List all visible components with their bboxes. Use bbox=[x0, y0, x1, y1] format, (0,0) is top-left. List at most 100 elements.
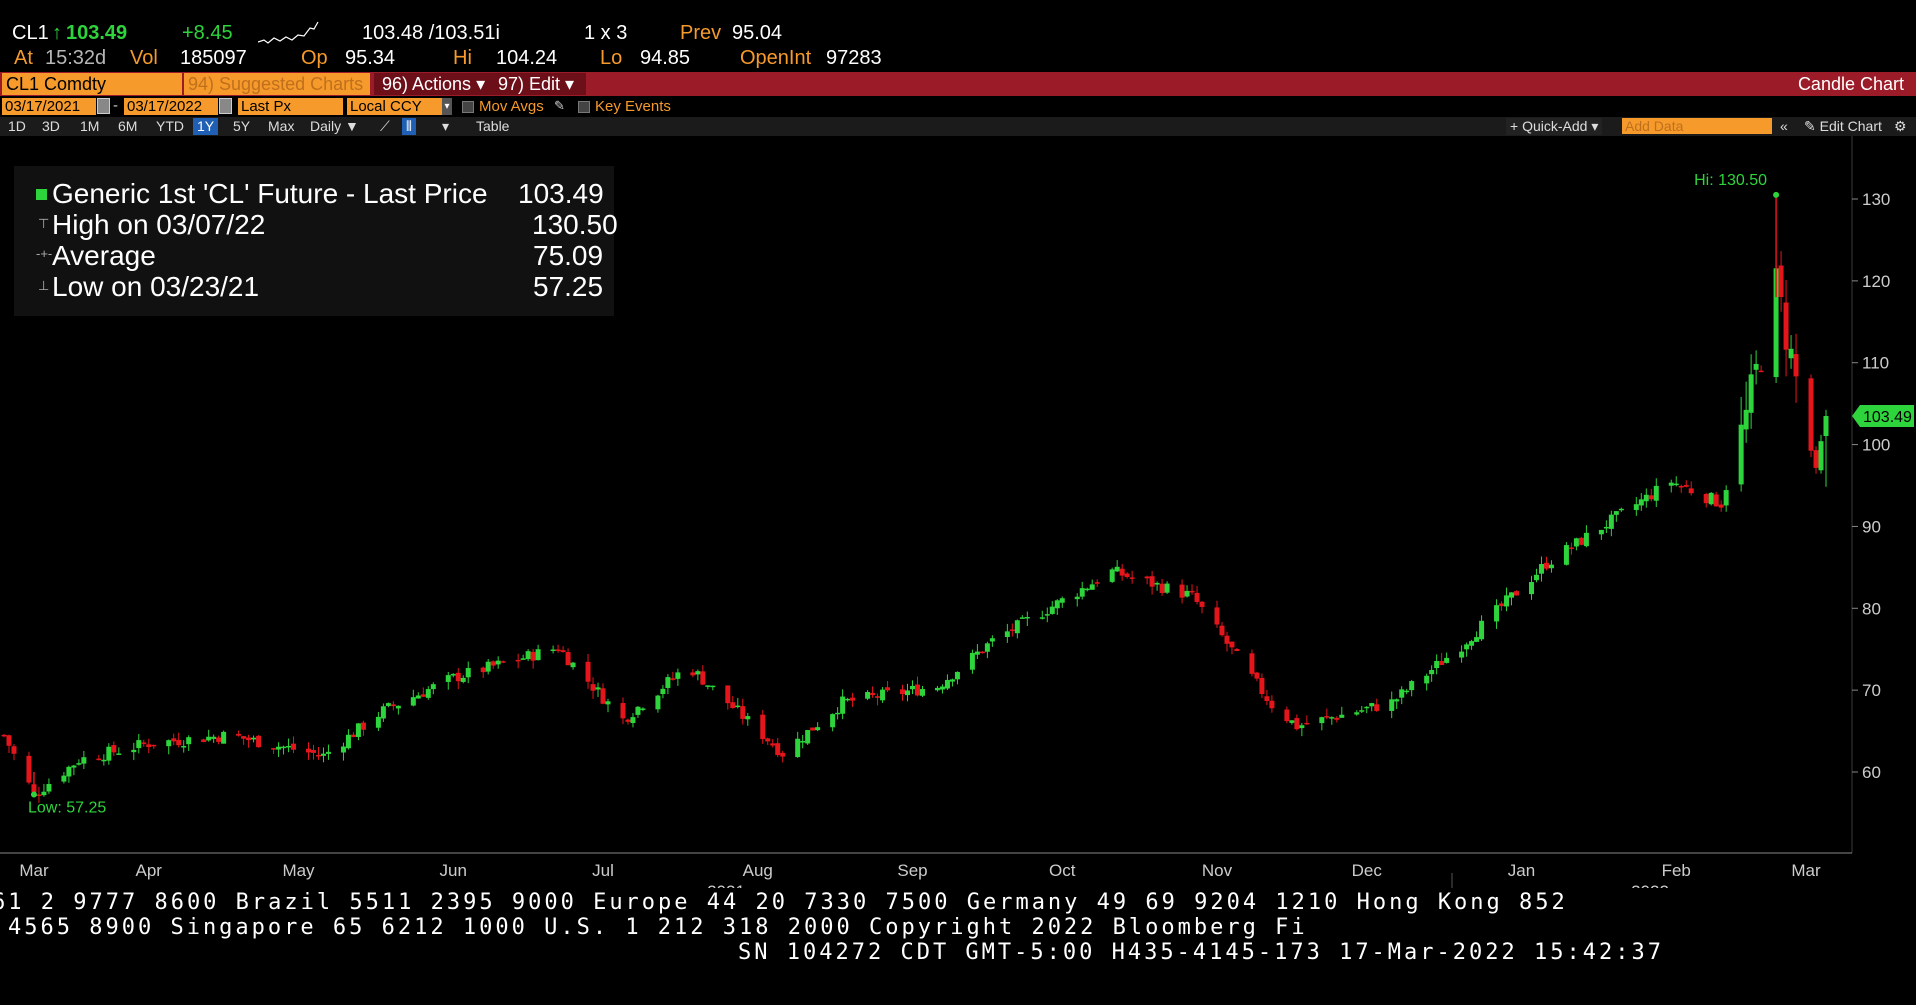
candle-body bbox=[81, 757, 87, 764]
candle-body bbox=[710, 685, 716, 688]
range-1d-button[interactable]: 1D bbox=[4, 118, 30, 135]
edit-menu[interactable]: 97) Edit ▾ bbox=[490, 73, 586, 95]
ticker-symbol: CL1 bbox=[12, 22, 49, 44]
calendar-icon[interactable] bbox=[219, 98, 232, 114]
candle-body bbox=[246, 737, 252, 741]
range-1y-button[interactable]: 1Y bbox=[193, 118, 219, 135]
candle-body bbox=[1254, 672, 1260, 679]
period-select[interactable]: Daily ▼ bbox=[306, 118, 363, 135]
calendar-icon[interactable] bbox=[97, 98, 110, 114]
candle-body bbox=[116, 753, 122, 755]
last-price: 103.49 bbox=[66, 22, 128, 44]
candle-body bbox=[46, 783, 52, 792]
range-1m-button[interactable]: 1M bbox=[76, 118, 103, 135]
candle-body bbox=[969, 652, 975, 670]
candle-body bbox=[1434, 660, 1440, 669]
candle-body bbox=[1404, 690, 1410, 693]
candle-chart[interactable]: Hi: 130.50 Low: 57.25 60 70 80 90 100 110 120 130… bbox=[0, 136, 1916, 888]
key-events-label: Key Events bbox=[595, 98, 671, 115]
edit-chart-label: Edit Chart bbox=[1819, 118, 1882, 134]
line-chart-icon[interactable]: ⟋ bbox=[376, 118, 394, 135]
candle-body bbox=[1039, 617, 1045, 619]
candle-body bbox=[450, 673, 456, 676]
candle-body bbox=[1583, 532, 1589, 547]
candle-body bbox=[241, 736, 247, 739]
security-field[interactable]: CL1 Comdty bbox=[2, 73, 182, 95]
chevron-down-icon[interactable]: ▾ bbox=[442, 98, 452, 115]
candle-body bbox=[415, 695, 421, 699]
candle-body bbox=[1369, 703, 1375, 707]
candle-body bbox=[605, 701, 611, 705]
table-button[interactable]: Table bbox=[472, 118, 513, 135]
collapse-icon[interactable]: « bbox=[1776, 118, 1792, 135]
candle-body bbox=[555, 649, 561, 651]
range-6m-button[interactable]: 6M bbox=[114, 118, 141, 135]
candle-body bbox=[131, 749, 137, 753]
end-date-field[interactable]: 03/17/2022 bbox=[124, 98, 218, 115]
range-max-button[interactable]: Max bbox=[264, 118, 298, 135]
candle-body bbox=[221, 731, 227, 744]
candle-body bbox=[914, 684, 920, 696]
candle-body bbox=[745, 716, 751, 720]
suggested-charts-button[interactable]: 94) Suggested Charts bbox=[184, 73, 370, 95]
candle-body bbox=[1154, 582, 1160, 585]
edit-chart-button[interactable]: ✎ Edit Chart bbox=[1800, 118, 1886, 135]
open-label: Op bbox=[301, 47, 328, 69]
candle-body bbox=[251, 737, 257, 740]
candle-body bbox=[465, 668, 471, 678]
candle-body bbox=[1374, 704, 1380, 711]
add-data-placeholder: Add Data bbox=[1625, 118, 1684, 134]
candle-body bbox=[1469, 641, 1475, 646]
candle-body bbox=[495, 660, 501, 665]
candle-body bbox=[216, 737, 222, 742]
candle-body bbox=[1543, 562, 1549, 569]
candle-body bbox=[1548, 564, 1554, 569]
range-ytd-button[interactable]: YTD bbox=[152, 118, 188, 135]
candle-body bbox=[730, 702, 736, 709]
candle-body bbox=[41, 791, 47, 796]
range-5y-button[interactable]: 5Y bbox=[229, 118, 254, 135]
candle-body bbox=[625, 719, 631, 722]
candle-body bbox=[1364, 706, 1370, 709]
pencil-icon[interactable]: ✎ bbox=[554, 98, 565, 114]
chevron-down-icon[interactable]: ▾ bbox=[438, 118, 453, 135]
y-tick-label: 60 bbox=[1862, 763, 1881, 782]
candle-body bbox=[1653, 485, 1659, 501]
price-field-select[interactable]: Last Px bbox=[238, 98, 343, 115]
candle-body bbox=[875, 696, 881, 698]
candle-body bbox=[76, 763, 82, 765]
candle-body bbox=[1359, 710, 1365, 712]
mov-avgs-checkbox[interactable] bbox=[462, 101, 474, 113]
key-events-checkbox[interactable] bbox=[578, 101, 590, 113]
range-3d-button[interactable]: 3D bbox=[38, 118, 64, 135]
candle-body bbox=[665, 677, 671, 688]
candle-body bbox=[1399, 689, 1405, 698]
candle-body bbox=[1324, 716, 1330, 718]
candle-body bbox=[360, 722, 366, 730]
quick-add-button[interactable]: + Quick-Add ▾ bbox=[1506, 118, 1603, 135]
candle-body bbox=[425, 689, 431, 698]
add-data-input[interactable]: Add Data bbox=[1622, 118, 1772, 134]
gear-icon[interactable]: ⚙ bbox=[1890, 118, 1911, 135]
candle-chart-icon[interactable]: ⫴ bbox=[402, 118, 416, 135]
candle-body bbox=[830, 714, 836, 728]
start-date-field[interactable]: 03/17/2021 bbox=[2, 98, 96, 115]
candle-body bbox=[1688, 488, 1694, 494]
candle-body bbox=[1284, 709, 1290, 722]
actions-menu[interactable]: 96) Actions ▾ bbox=[374, 73, 500, 95]
candle-body bbox=[1019, 617, 1025, 619]
candle-body bbox=[1793, 354, 1799, 377]
candle-body bbox=[236, 733, 242, 736]
ticker-line-2: 4565 8900 Singapore 65 6212 1000 U.S. 1 … bbox=[8, 915, 1308, 940]
candle-body bbox=[620, 703, 626, 719]
x-month-label: May bbox=[282, 861, 315, 880]
candle-body bbox=[1813, 450, 1819, 468]
quote-header: CL1 ↑ 103.49 +8.45 103.48 /103.51i 1 x 3… bbox=[0, 0, 1916, 72]
candle-body bbox=[1464, 644, 1470, 650]
candle-body bbox=[1509, 592, 1515, 598]
candle-body bbox=[276, 746, 282, 750]
currency-select[interactable]: Local CCY bbox=[347, 98, 442, 115]
candle-body bbox=[1578, 537, 1584, 545]
candle-body bbox=[1778, 265, 1784, 298]
candle-body bbox=[1109, 569, 1115, 582]
